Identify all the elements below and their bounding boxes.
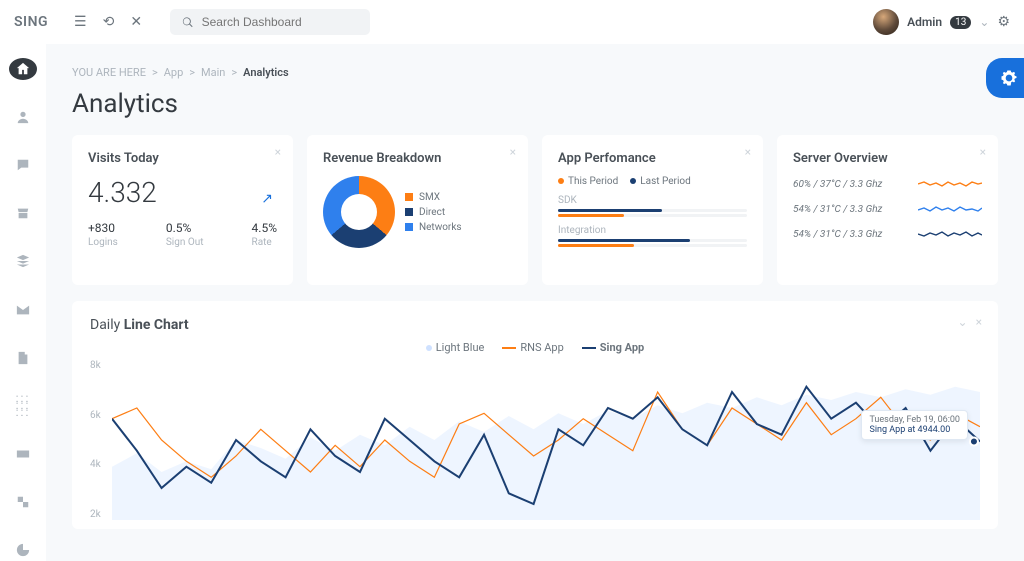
chart-tooltip: Tuesday, Feb 19, 06:00 Sing App at 4944.… xyxy=(861,410,968,440)
trend-up-icon: ↗ xyxy=(261,191,273,207)
topbar: SING ☰ ⟲ ✕ Admin 13 ⌄ ⚙ xyxy=(0,0,1024,44)
tooltip-value: Sing App at 4944.00 xyxy=(869,425,960,435)
stat-value: +830 xyxy=(88,221,118,235)
sparkline xyxy=(918,176,982,192)
breadcrumb-item[interactable]: Main xyxy=(201,66,225,79)
stat-value: 0.5% xyxy=(166,221,204,235)
sidebar: ::::::::: xyxy=(0,44,46,561)
content-area: YOU ARE HERE > App > Main > Analytics An… xyxy=(46,44,1024,561)
card-title: Visits Today xyxy=(88,151,277,166)
menu-icon[interactable]: ☰ xyxy=(74,14,87,30)
search-box[interactable] xyxy=(170,9,370,35)
y-tick: 2k xyxy=(90,509,101,520)
visits-value: 4.332 xyxy=(88,176,277,209)
line-chart: 8k 6k 4k 2k Tuesday, Feb 19, 06:00 Sing … xyxy=(112,360,980,520)
card-title: Daily Line Chart xyxy=(90,317,980,333)
sidebar-chat[interactable] xyxy=(9,154,37,176)
close-icon[interactable]: × xyxy=(510,145,516,159)
sidebar-apps[interactable]: ::::::::: xyxy=(9,395,37,417)
stat-value: 4.5% xyxy=(252,221,277,235)
tooltip-date: Tuesday, Feb 19, 06:00 xyxy=(869,415,960,425)
user-name: Admin xyxy=(907,15,942,29)
legend-label: SMX xyxy=(419,192,440,203)
sidebar-mail[interactable] xyxy=(9,298,37,320)
bar-label: SDK xyxy=(558,195,747,206)
refresh-icon[interactable]: ⟲ xyxy=(103,14,115,30)
card-daily-line-chart: ⌄ × Daily Line Chart Light Blue RNS App S… xyxy=(72,301,998,529)
sidebar-doc[interactable] xyxy=(9,347,37,369)
card-revenue: × Revenue Breakdown SMX Direct Networks xyxy=(307,135,528,285)
sidebar-shop[interactable] xyxy=(9,202,37,224)
sidebar-pie[interactable] xyxy=(9,539,37,561)
bar-label: Integration xyxy=(558,225,747,236)
card-performance: × App Perfomance This Period Last Period… xyxy=(542,135,763,285)
server-text: 54% / 31°C / 3.3 Ghz xyxy=(793,229,882,240)
donut-chart xyxy=(323,176,395,248)
card-server: × Server Overview 60% / 37°C / 3.3 Ghz 5… xyxy=(777,135,998,285)
legend-label: Direct xyxy=(419,207,445,218)
bar-track xyxy=(558,244,747,247)
stat-label: Sign Out xyxy=(166,237,204,248)
legend-line xyxy=(582,347,596,349)
legend-label: RNS App xyxy=(520,341,563,354)
user-menu[interactable]: Admin 13 ⌄ ⚙ xyxy=(873,9,1010,35)
y-tick: 8k xyxy=(90,360,101,371)
search-input[interactable] xyxy=(202,15,358,29)
chevron-down-icon: ⌄ xyxy=(979,15,989,29)
bar-track xyxy=(558,214,747,217)
card-title: Revenue Breakdown xyxy=(323,151,512,166)
sparkline xyxy=(918,226,982,242)
topbar-icons: ☰ ⟲ ✕ xyxy=(74,14,142,30)
legend-label: Sing App xyxy=(600,341,644,354)
y-tick: 6k xyxy=(90,410,101,421)
legend-line xyxy=(502,347,516,349)
y-tick: 4k xyxy=(90,459,101,470)
legend-label: This Period xyxy=(568,176,618,187)
brand: SING xyxy=(14,14,48,30)
close-icon[interactable]: × xyxy=(980,145,986,159)
collapse-icon[interactable]: ⌄ xyxy=(958,315,968,329)
sparkline xyxy=(918,201,982,217)
legend-dot xyxy=(630,178,636,184)
breadcrumb-item[interactable]: App xyxy=(164,66,184,79)
gear-icon[interactable]: ⚙ xyxy=(997,14,1010,30)
bar-track xyxy=(558,209,747,212)
breadcrumb: YOU ARE HERE > App > Main > Analytics xyxy=(72,66,998,79)
server-text: 60% / 37°C / 3.3 Ghz xyxy=(793,179,882,190)
page-title: Analytics xyxy=(72,89,998,119)
bar-track xyxy=(558,239,747,242)
sidebar-card[interactable] xyxy=(9,443,37,465)
chart-legend: Light Blue RNS App Sing App xyxy=(90,341,980,354)
legend-label: Networks xyxy=(419,222,462,233)
settings-fab[interactable] xyxy=(986,58,1024,98)
legend-label: Light Blue xyxy=(436,341,485,354)
breadcrumb-current: Analytics xyxy=(243,66,289,79)
close-icon[interactable]: × xyxy=(745,145,751,159)
close-icon[interactable]: × xyxy=(275,145,281,159)
card-visits: × Visits Today 4.332 ↗ +830 Logins 0.5% Si… xyxy=(72,135,293,285)
legend-dot xyxy=(558,178,564,184)
sidebar-stack[interactable] xyxy=(9,250,37,272)
card-title: Server Overview xyxy=(793,151,982,166)
stat-label: Rate xyxy=(252,237,277,248)
sidebar-user[interactable] xyxy=(9,106,37,128)
legend-swatch xyxy=(405,208,413,216)
user-badge-count: 13 xyxy=(950,16,971,29)
sidebar-home[interactable] xyxy=(9,58,37,80)
legend-swatch xyxy=(405,193,413,201)
close-icon[interactable]: × xyxy=(976,315,982,329)
legend-label: Last Period xyxy=(640,176,690,187)
avatar xyxy=(873,9,899,35)
close-icon[interactable]: ✕ xyxy=(130,14,142,30)
legend-swatch xyxy=(405,223,413,231)
breadcrumb-prefix: YOU ARE HERE xyxy=(72,66,146,79)
sidebar-shapes[interactable] xyxy=(9,491,37,513)
stat-label: Logins xyxy=(88,237,118,248)
legend-dot xyxy=(426,345,432,351)
card-title: App Perfomance xyxy=(558,151,747,166)
search-icon xyxy=(182,16,194,29)
server-text: 54% / 31°C / 3.3 Ghz xyxy=(793,204,882,215)
